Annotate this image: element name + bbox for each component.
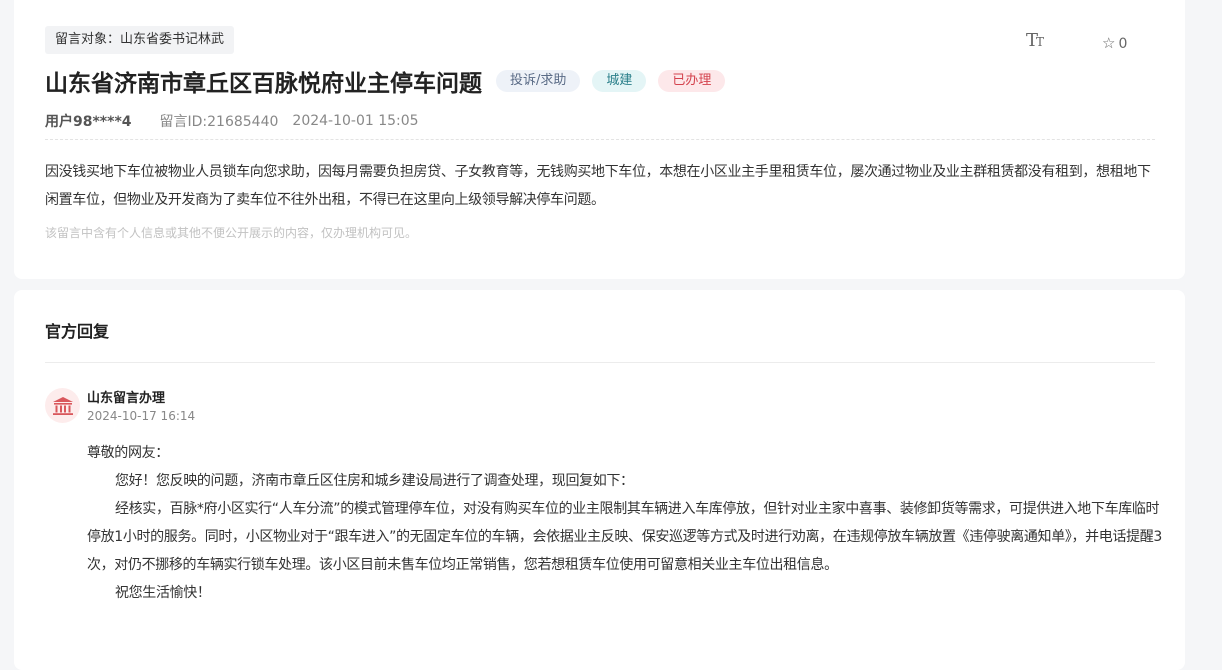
text-size-small-glyph: T [1036,35,1045,49]
message-id: 留言ID:21685440 [159,114,279,130]
reply-paragraph: 祝您生活愉快！ [115,585,211,601]
avatar [45,388,80,423]
favorite-button[interactable]: ☆ 0 [1102,32,1127,54]
text-size-icon[interactable]: TT [1026,30,1044,54]
official-reply-card: 官方回复 山东留言办理 2024-10-17 16:14 尊敬的网友： 您好！您… [14,290,1185,670]
reply-divider [45,362,1155,363]
type-badge: 投诉/求助 [496,70,581,92]
reply-paragraph: 您好！您反映的问题，济南市章丘区住房和城乡建设局进行了调查处理，现回复如下： [115,473,634,489]
message-title: 山东省济南市章丘区百脉悦府业主停车问题 [45,71,482,97]
title-row: 山东省济南市章丘区百脉悦府业主停车问题 投诉/求助 城建 已办理 [45,64,737,98]
message-user: 用户98****4 [45,114,132,130]
message-target-tag: 留言对象：山东省委书记林武 [45,26,235,54]
message-meta: 用户98****4 留言ID:21685440 2024-10-01 15:05 [45,111,419,131]
reply-time: 2024-10-17 16:14 [87,409,196,423]
reply-section-title: 官方回复 [45,322,110,341]
domain-badge: 城建 [592,70,647,92]
status-badge: 已办理 [658,70,726,92]
reply-org-name: 山东留言办理 [87,391,166,406]
message-card: 留言对象：山东省委书记林武 TT ☆ 0 山东省济南市章丘区百脉悦府业主停车问题 … [14,0,1185,279]
privacy-note: 该留言中含有个人信息或其他不便公开展示的内容，仅办理机构可见。 [45,226,418,240]
message-time: 2024-10-01 15:05 [292,113,419,129]
government-building-icon [52,396,73,415]
reply-body: 尊敬的网友： 您好！您反映的问题，济南市章丘区住房和城乡建设局进行了调查处理，现… [87,439,1162,607]
favorite-count: 0 [1118,36,1128,52]
reply-paragraph: 经核实，百脉*府小区实行“人车分流”的模式管理停车位，对没有购买车位的业主限制其… [87,501,1162,573]
star-icon: ☆ [1102,34,1116,52]
message-content: 因没钱买地下车位被物业人员锁车向您求助，因每月需要负担房贷、子女教育等，无钱购买… [45,164,1151,208]
message-toolbar: TT ☆ 0 [1024,30,1154,54]
reply-greeting: 尊敬的网友： [87,445,169,461]
meta-divider [45,139,1155,140]
